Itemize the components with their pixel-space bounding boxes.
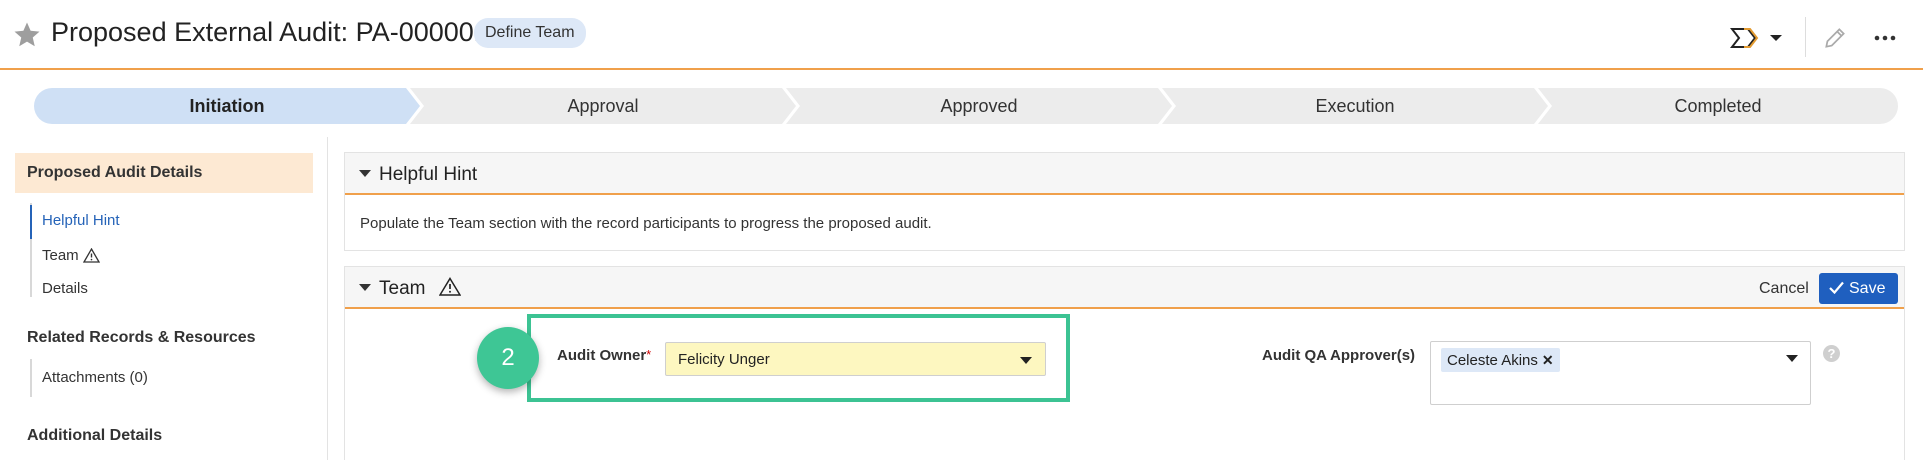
left-nav: Proposed Audit Details Helpful Hint Team… (0, 137, 328, 460)
record-header: Proposed External Audit: PA-000001 Defin… (0, 0, 1923, 70)
header-divider (1805, 17, 1806, 57)
nav-item-attachments[interactable]: Attachments (0) (42, 369, 148, 386)
team-header[interactable]: Team Cancel Save (345, 267, 1904, 309)
callout-highlight-box (527, 314, 1070, 402)
save-button[interactable]: Save (1819, 273, 1898, 304)
team-title-label: Team (379, 278, 426, 299)
step-approved[interactable]: Approved (786, 88, 1172, 124)
nav-item-details[interactable]: Details (42, 280, 88, 297)
collapse-caret-icon[interactable] (359, 284, 371, 291)
nav-item-team[interactable]: Team (42, 247, 100, 264)
collapse-caret-icon[interactable] (359, 170, 371, 177)
page-title: Proposed External Audit: PA-000001 (51, 17, 489, 47)
checkmark-icon (1829, 281, 1844, 294)
stage-stepper: Initiation Approval Approved Execution C… (34, 88, 1898, 124)
workflow-icon[interactable] (1730, 26, 1782, 50)
nav-section-additional-details[interactable]: Additional Details (27, 427, 162, 445)
helpful-hint-panel: Helpful Hint Populate the Team section w… (344, 152, 1905, 251)
audit-qa-approvers-label: Audit QA Approver(s) (1262, 347, 1416, 364)
nav-item-helpful-hint[interactable]: Helpful Hint (42, 212, 120, 229)
step-initiation[interactable]: Initiation (34, 88, 420, 124)
step-completed[interactable]: Completed (1538, 88, 1898, 124)
warning-icon (438, 277, 461, 296)
save-label: Save (1849, 280, 1886, 297)
step-approval[interactable]: Approval (410, 88, 796, 124)
helpful-hint-title: Helpful Hint (379, 164, 478, 185)
star-icon[interactable] (12, 20, 42, 50)
nav-section-proposed-audit-details[interactable]: Proposed Audit Details (15, 153, 313, 193)
pencil-icon[interactable] (1822, 25, 1848, 51)
helpful-hint-header[interactable]: Helpful Hint (345, 153, 1904, 195)
step-execution[interactable]: Execution (1162, 88, 1548, 124)
help-icon[interactable]: ? (1823, 345, 1840, 362)
nav-item-team-label: Team (42, 247, 79, 264)
more-icon[interactable] (1870, 25, 1900, 51)
nav-selected-indicator (30, 205, 32, 239)
callout-step-number: 2 (477, 327, 539, 389)
audit-qa-approvers-multiselect[interactable]: Celeste Akins ✕ (1430, 341, 1811, 405)
selected-approver-chip: Celeste Akins ✕ (1441, 348, 1560, 372)
status-badge: Define Team (474, 18, 586, 48)
nav-group-line (30, 359, 32, 397)
team-title: Team (379, 277, 461, 300)
dropdown-caret-icon[interactable] (1786, 355, 1798, 362)
warning-icon (82, 248, 100, 263)
remove-chip-icon[interactable]: ✕ (1542, 352, 1554, 368)
selected-approver-name: Celeste Akins (1447, 352, 1538, 369)
cancel-button[interactable]: Cancel (1759, 280, 1809, 298)
nav-section-related-records[interactable]: Related Records & Resources (27, 329, 256, 347)
helpful-hint-text: Populate the Team section with the recor… (360, 215, 932, 232)
